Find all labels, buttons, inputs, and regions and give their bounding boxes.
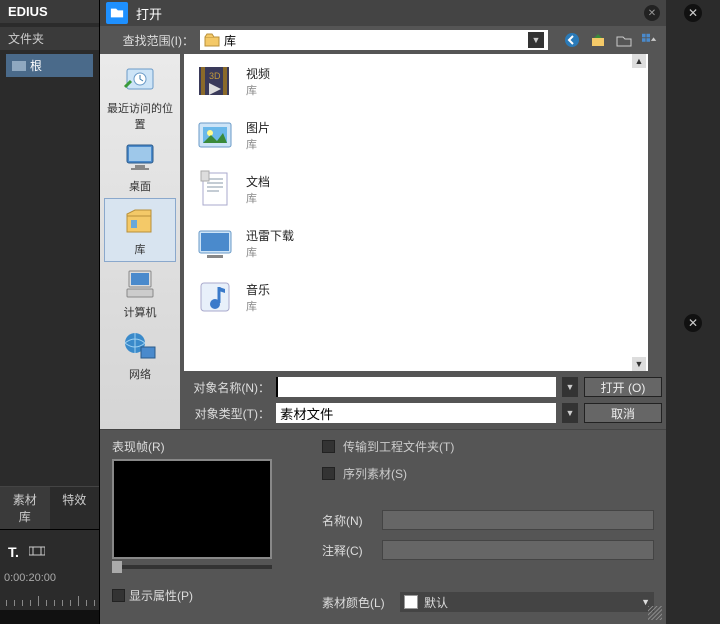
- place-computer[interactable]: 计算机: [104, 262, 176, 324]
- music-library-icon: [194, 276, 236, 318]
- place-label: 网络: [104, 366, 176, 382]
- place-label: 库: [105, 241, 175, 257]
- place-label: 计算机: [104, 304, 176, 320]
- dialog-close-button[interactable]: ✕: [644, 5, 660, 21]
- file-name: 音乐: [246, 281, 270, 298]
- comment-label: 注释(C): [322, 542, 374, 559]
- panel-close-button-2[interactable]: ✕: [684, 314, 702, 332]
- file-name: 图片: [246, 119, 270, 136]
- file-name: 迅雷下载: [246, 227, 294, 244]
- back-icon[interactable]: [564, 32, 580, 48]
- place-desktop[interactable]: 桌面: [104, 136, 176, 198]
- place-label: 最近访问的位置: [104, 100, 176, 132]
- documents-library-icon: [194, 168, 236, 210]
- file-sub: 库: [246, 244, 294, 260]
- transfer-checkbox[interactable]: [322, 440, 335, 453]
- preview-box: [112, 459, 272, 559]
- clip-name-label: 名称(N): [322, 512, 374, 529]
- folder-icon: [12, 61, 26, 71]
- sequence-label: 序列素材(S): [343, 465, 407, 482]
- place-network[interactable]: 网络: [104, 324, 176, 386]
- list-item[interactable]: 图片库: [184, 108, 648, 162]
- sequence-checkbox[interactable]: [322, 467, 335, 480]
- new-folder-icon[interactable]: [616, 32, 632, 48]
- app-brand: EDIUS: [0, 0, 99, 23]
- clip-color-value: 默认: [424, 594, 448, 611]
- list-item[interactable]: 3D 视频库: [184, 54, 648, 108]
- filetype-input[interactable]: [276, 403, 556, 423]
- filename-dropdown-icon[interactable]: ▼: [562, 377, 578, 397]
- up-icon[interactable]: [590, 32, 606, 48]
- filename-label: 对象名称(N)：: [184, 379, 270, 396]
- file-sub: 库: [246, 190, 270, 206]
- timeline-position: 0:00:20:00: [0, 564, 99, 592]
- file-sub: 库: [246, 136, 270, 152]
- dialog-title: 打开: [136, 4, 162, 23]
- list-item[interactable]: 音乐库: [184, 270, 648, 324]
- scroll-up-icon[interactable]: ▲: [632, 54, 646, 68]
- resize-grip[interactable]: [648, 606, 662, 620]
- panel-close-button[interactable]: ✕: [684, 4, 702, 22]
- folder-root-label: 根: [30, 57, 42, 74]
- timeline-track[interactable]: [0, 610, 99, 624]
- clip-color-label: 素材颜色(L): [322, 594, 392, 611]
- video-library-icon: 3D: [194, 60, 236, 102]
- cancel-button[interactable]: 取消: [584, 403, 662, 423]
- comment-input[interactable]: [382, 540, 654, 560]
- preview-slider[interactable]: [112, 565, 272, 569]
- color-swatch: [404, 595, 418, 609]
- timeline-ruler[interactable]: [0, 592, 99, 606]
- place-recent[interactable]: 最近访问的位置: [104, 58, 176, 136]
- tab-fx[interactable]: 特效: [50, 487, 100, 529]
- folders-header: 文件夹: [0, 27, 99, 50]
- pictures-library-icon: [194, 114, 236, 156]
- svg-text:3D: 3D: [209, 71, 221, 81]
- tab-clips[interactable]: 素材库: [0, 487, 50, 529]
- show-attributes-checkbox[interactable]: [112, 589, 125, 602]
- open-dialog-icon: [106, 2, 128, 24]
- folder-root[interactable]: 根: [6, 54, 93, 77]
- clip-name-input[interactable]: [382, 510, 654, 530]
- text-tool-icon[interactable]: T.: [8, 544, 19, 560]
- clip-tool-icon[interactable]: [29, 545, 45, 560]
- filetype-label: 对象类型(T)：: [184, 405, 270, 422]
- places-bar: 最近访问的位置 桌面 库 计算机 网络: [100, 54, 180, 429]
- transfer-label: 传输到工程文件夹(T): [343, 438, 454, 455]
- file-name: 文档: [246, 173, 270, 190]
- filetype-dropdown-icon[interactable]: ▼: [562, 403, 578, 423]
- place-label: 桌面: [104, 178, 176, 194]
- library-icon: [204, 33, 220, 47]
- file-sub: 库: [246, 298, 270, 314]
- look-in-label: 查找范围(I)：: [108, 32, 194, 49]
- place-libraries[interactable]: 库: [104, 198, 176, 262]
- open-button[interactable]: 打开 (O): [584, 377, 662, 397]
- list-item[interactable]: 文档库: [184, 162, 648, 216]
- preview-frame-label: 表现帧(R): [112, 438, 302, 455]
- filename-input[interactable]: [276, 377, 556, 397]
- look-in-value: 库: [224, 32, 236, 49]
- show-attributes-label: 显示属性(P): [129, 587, 193, 604]
- file-name: 视频: [246, 65, 270, 82]
- downloads-library-icon: [194, 222, 236, 264]
- slider-thumb[interactable]: [112, 561, 122, 573]
- clip-color-select[interactable]: 默认 ▼: [400, 592, 654, 612]
- view-mode-icon[interactable]: [642, 32, 658, 48]
- scroll-down-icon[interactable]: ▼: [632, 357, 646, 371]
- file-list[interactable]: ▲ ▼ 3D 视频库 图片库 文档库: [184, 54, 648, 371]
- list-item[interactable]: 迅雷下载库: [184, 216, 648, 270]
- look-in-combo[interactable]: 库 ▼: [200, 30, 548, 50]
- look-in-dropdown-icon[interactable]: ▼: [528, 32, 544, 48]
- file-sub: 库: [246, 82, 270, 98]
